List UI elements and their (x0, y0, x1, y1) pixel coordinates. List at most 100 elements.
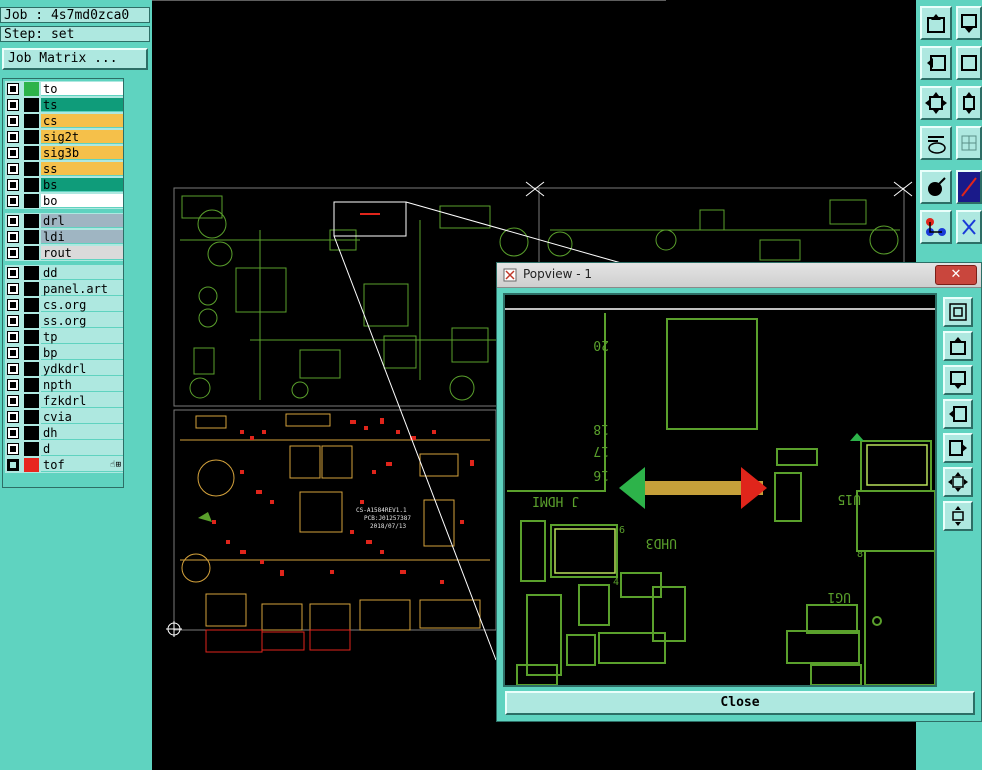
layer-row-npth[interactable]: npth (5, 377, 123, 393)
layer-checkbox[interactable] (7, 267, 19, 279)
layer-row-cvia[interactable]: cvia (5, 409, 123, 425)
layer-checkbox[interactable] (7, 215, 19, 227)
route-tool-button[interactable] (956, 170, 982, 204)
layer-color-swatch[interactable] (24, 98, 39, 112)
layer-name[interactable]: cvia (41, 410, 123, 424)
layer-name[interactable]: dd (41, 266, 123, 280)
layer-color-swatch[interactable] (24, 298, 39, 312)
layer-checkbox[interactable] (7, 99, 19, 111)
layer-name[interactable]: bp (41, 346, 123, 360)
pv-pan-down-button[interactable] (943, 365, 973, 395)
layer-name[interactable]: ts (41, 98, 123, 112)
layer-color-swatch[interactable] (24, 410, 39, 424)
layer-row-tp[interactable]: tp (5, 329, 123, 345)
layer-color-swatch[interactable] (24, 394, 39, 408)
window-close-button[interactable]: ✕ (935, 265, 977, 285)
pv-pan-up-button[interactable] (943, 331, 973, 361)
layer-row-panel-art[interactable]: panel.art (5, 281, 123, 297)
layer-row-cs[interactable]: cs (5, 113, 123, 129)
layer-checkbox[interactable] (7, 147, 19, 159)
layer-checkbox[interactable] (7, 231, 19, 243)
layer-row-rout[interactable]: rout (5, 245, 123, 261)
layer-name[interactable]: cs.org (41, 298, 123, 312)
pv-zoom-window-button[interactable] (943, 297, 973, 327)
layer-name[interactable]: npth (41, 378, 123, 392)
layer-color-swatch[interactable] (24, 130, 39, 144)
layer-checkbox[interactable] (7, 83, 19, 95)
pan-left-button[interactable] (920, 46, 952, 80)
popview-titlebar[interactable]: Popview - 1 ✕ (497, 263, 981, 288)
pv-zoom-out-button[interactable] (943, 467, 973, 497)
layer-name[interactable]: ss (41, 162, 123, 176)
layer-name[interactable]: drl (41, 214, 123, 228)
layer-color-swatch[interactable] (24, 330, 39, 344)
layer-name[interactable]: rout (41, 246, 123, 260)
pv-pan-right-button[interactable] (943, 433, 973, 463)
layer-name[interactable]: sig2t (41, 130, 123, 144)
layer-name[interactable]: fzkdrl (41, 394, 123, 408)
layer-checkbox[interactable] (7, 315, 19, 327)
layer-row-bs[interactable]: bs (5, 177, 123, 193)
grid-button[interactable] (956, 126, 982, 160)
layer-row-dd[interactable]: dd (5, 265, 123, 281)
layer-checkbox[interactable] (7, 427, 19, 439)
measure-tool-button[interactable] (956, 210, 982, 244)
layer-row-tof[interactable]: tof ☝⊞ (5, 457, 123, 473)
layer-name[interactable]: sig3b (41, 146, 123, 160)
layer-color-swatch[interactable] (24, 362, 39, 376)
layer-row-ss-org[interactable]: ss.org (5, 313, 123, 329)
layer-row-cs-org[interactable]: cs.org (5, 297, 123, 313)
select-tool-button[interactable] (920, 170, 952, 204)
layer-color-swatch[interactable] (24, 162, 39, 176)
layer-color-swatch[interactable] (24, 458, 39, 472)
layer-color-swatch[interactable] (24, 82, 39, 96)
zoom-fit-2-button[interactable] (956, 86, 982, 120)
layer-checkbox[interactable] (7, 331, 19, 343)
layer-checkbox[interactable] (7, 411, 19, 423)
layer-row-dh[interactable]: dh (5, 425, 123, 441)
layer-checkbox[interactable] (7, 115, 19, 127)
layer-checkbox[interactable] (7, 131, 19, 143)
layer-name[interactable]: ydkdrl (41, 362, 123, 376)
layer-checkbox[interactable] (7, 395, 19, 407)
layer-color-swatch[interactable] (24, 230, 39, 244)
layer-name[interactable]: dh (41, 426, 123, 440)
layer-color-swatch[interactable] (24, 378, 39, 392)
layer-checkbox[interactable] (7, 347, 19, 359)
layer-name[interactable]: d (41, 442, 123, 456)
zoom-home-button[interactable] (920, 6, 952, 40)
pv-zoom-in-button[interactable] (943, 501, 973, 531)
layer-color-swatch[interactable] (24, 146, 39, 160)
pan-right-button[interactable] (956, 46, 982, 80)
layer-color-swatch[interactable] (24, 314, 39, 328)
layer-name[interactable]: bo (41, 194, 123, 208)
popview-canvas[interactable]: 20 18 17 16 J HDMI UHD3 U15 UG1 6 4 8 (503, 293, 937, 687)
layer-color-swatch[interactable] (24, 214, 39, 228)
layer-checkbox[interactable] (7, 363, 19, 375)
layer-row-fzkdrl[interactable]: fzkdrl (5, 393, 123, 409)
layer-color-swatch[interactable] (24, 194, 39, 208)
layer-name[interactable]: ss.org (41, 314, 123, 328)
layer-row-sig2t[interactable]: sig2t (5, 129, 123, 145)
layer-color-swatch[interactable] (24, 346, 39, 360)
layer-row-bo[interactable]: bo (5, 193, 123, 209)
layer-checkbox[interactable] (7, 283, 19, 295)
layer-color-swatch[interactable] (24, 246, 39, 260)
layer-name[interactable]: bs (41, 178, 123, 192)
layer-name[interactable]: tp (41, 330, 123, 344)
layer-color-swatch[interactable] (24, 266, 39, 280)
layer-checkbox[interactable] (7, 459, 19, 471)
layer-checkbox[interactable] (7, 379, 19, 391)
layer-row-to[interactable]: to (5, 81, 123, 97)
layer-name[interactable]: ldi (41, 230, 123, 244)
layer-row-ss[interactable]: ss (5, 161, 123, 177)
pan-down-button[interactable] (956, 6, 982, 40)
layer-name[interactable]: cs (41, 114, 123, 128)
close-button[interactable]: Close (505, 691, 975, 715)
layer-color-swatch[interactable] (24, 282, 39, 296)
layer-row-ldi[interactable]: ldi (5, 229, 123, 245)
layer-checkbox[interactable] (7, 179, 19, 191)
layer-checkbox[interactable] (7, 195, 19, 207)
layer-row-bp[interactable]: bp (5, 345, 123, 361)
layer-checkbox[interactable] (7, 247, 19, 259)
